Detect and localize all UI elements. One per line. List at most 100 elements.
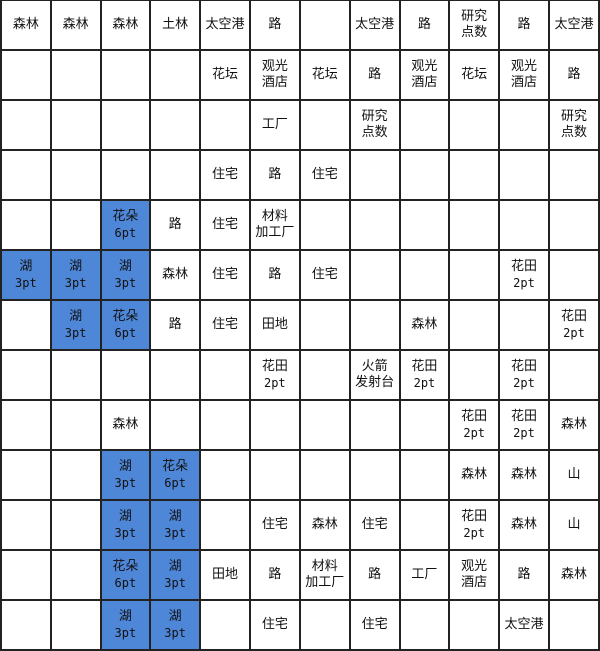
grid-cell: 花田 2pt bbox=[547, 299, 600, 351]
grid-cell: 花田 2pt bbox=[398, 349, 451, 401]
cell-label: 酒店 bbox=[411, 75, 438, 90]
grid-cell: 花坛 bbox=[298, 49, 351, 101]
cell-label: 森林 bbox=[560, 417, 587, 432]
cell-points: 2pt bbox=[513, 376, 535, 390]
cell-label: 花坛 bbox=[311, 67, 338, 82]
grid-cell bbox=[547, 249, 600, 301]
cell-label: 花田 bbox=[511, 409, 538, 424]
grid-row: 花田 2pt 火箭 发射台 花田 2pt 花田 2pt bbox=[0, 349, 600, 401]
grid-cell: 花田 2pt bbox=[498, 249, 550, 301]
grid-cell: 森林 bbox=[0, 0, 52, 51]
cell-points: 3pt bbox=[114, 526, 137, 540]
grid-cell: 太空港 bbox=[547, 0, 600, 51]
grid-cell: 森林 bbox=[49, 0, 102, 51]
grid-cell bbox=[199, 449, 251, 501]
cell-label: 湖 bbox=[118, 459, 132, 474]
grid-cell-highlighted: 花朵 6pt bbox=[99, 299, 152, 351]
grid-cell bbox=[49, 399, 102, 451]
cell-label: 材料 bbox=[261, 209, 288, 224]
grid-cell bbox=[448, 299, 501, 351]
grid-cell: 路 bbox=[348, 49, 401, 101]
grid-cell bbox=[149, 149, 201, 201]
grid-row: 森林 森林 森林 土林 太空港 路 太空港 路 研究 点数 路 太空港 bbox=[0, 0, 600, 51]
cell-label: 住宅 bbox=[211, 217, 238, 232]
cell-label: 住宅 bbox=[361, 617, 388, 632]
cell-label: 花朵 bbox=[112, 309, 139, 324]
cell-label: 花田 bbox=[411, 359, 438, 374]
cell-label: 花田 bbox=[511, 259, 538, 274]
cell-label: 酒店 bbox=[511, 75, 538, 90]
grid-cell bbox=[498, 99, 550, 151]
grid-cell: 森林 bbox=[298, 499, 351, 551]
cell-points: 3pt bbox=[164, 626, 186, 640]
cell-label: 花朵 bbox=[112, 209, 139, 224]
grid-cell bbox=[398, 249, 451, 301]
grid-cell: 观光 酒店 bbox=[398, 49, 451, 101]
grid-cell: 路 bbox=[248, 549, 301, 601]
grid-row: 工厂 研究 点数 研究 点数 bbox=[0, 99, 600, 151]
grid-cell bbox=[49, 199, 102, 251]
grid-cell bbox=[398, 199, 451, 251]
grid-cell bbox=[199, 499, 251, 551]
grid-cell bbox=[0, 49, 52, 101]
grid-cell bbox=[398, 99, 451, 151]
grid-cell bbox=[0, 399, 52, 451]
grid-cell bbox=[49, 499, 102, 551]
grid-cell: 路 bbox=[348, 549, 401, 601]
grid-cell bbox=[348, 399, 401, 451]
grid-cell bbox=[248, 449, 301, 501]
grid-cell: 路 bbox=[498, 549, 550, 601]
cell-label: 点数 bbox=[560, 125, 587, 140]
grid-cell-highlighted: 湖 3pt bbox=[99, 449, 152, 501]
grid-cell: 花田 2pt bbox=[248, 349, 301, 401]
grid-cell: 观光 酒店 bbox=[248, 49, 301, 101]
grid-cell: 观光 酒店 bbox=[498, 49, 550, 101]
grid-cell bbox=[49, 349, 102, 401]
cell-points: 6pt bbox=[114, 326, 137, 340]
grid-cell bbox=[348, 199, 401, 251]
grid-cell: 住宅 bbox=[199, 299, 251, 351]
grid-cell: 土林 bbox=[149, 0, 201, 51]
cell-label: 研究 bbox=[560, 109, 587, 124]
grid-cell bbox=[49, 49, 102, 101]
grid-cell bbox=[448, 149, 501, 201]
grid-cell: 花田 2pt bbox=[498, 399, 550, 451]
cell-label: 路 bbox=[168, 217, 182, 232]
grid-cell bbox=[199, 399, 251, 451]
cell-label: 太空港 bbox=[504, 617, 544, 632]
grid-cell bbox=[298, 299, 351, 351]
grid-cell bbox=[348, 149, 401, 201]
cell-label: 森林 bbox=[511, 517, 538, 532]
cell-label: 花坛 bbox=[211, 67, 238, 82]
grid-cell bbox=[49, 449, 102, 501]
grid-cell: 住宅 bbox=[298, 149, 351, 201]
cell-label: 研究 bbox=[361, 109, 388, 124]
cell-label: 森林 bbox=[311, 517, 338, 532]
grid-cell bbox=[547, 349, 600, 401]
grid-cell: 路 bbox=[398, 0, 451, 51]
grid-cell bbox=[149, 349, 201, 401]
grid-cell bbox=[298, 0, 351, 51]
cell-label: 材料 bbox=[311, 559, 338, 574]
cell-label: 湖 bbox=[19, 259, 33, 274]
grid-cell bbox=[398, 449, 451, 501]
grid-row: 湖 3pt 湖 3pt 湖 3pt 森林 住宅 路 住宅 花田 2pt bbox=[0, 249, 600, 301]
cell-label: 点数 bbox=[461, 25, 488, 40]
grid-cell bbox=[0, 499, 52, 551]
grid-cell: 森林 bbox=[398, 299, 451, 351]
grid-cell bbox=[298, 399, 351, 451]
cell-points: 2pt bbox=[463, 426, 486, 440]
grid-cell bbox=[149, 399, 201, 451]
grid-cell bbox=[49, 149, 102, 201]
grid-cell bbox=[547, 149, 600, 201]
cell-label: 湖 bbox=[69, 309, 83, 324]
cell-label: 森林 bbox=[62, 17, 89, 32]
grid-row: 湖 3pt 花朵 6pt 路 住宅 田地 森林 花田 2pt bbox=[0, 299, 600, 351]
grid-cell-highlighted: 湖 3pt bbox=[0, 249, 52, 301]
grid-cell bbox=[498, 299, 550, 351]
cell-label: 土林 bbox=[162, 17, 189, 32]
grid-row: 湖 3pt 花朵 6pt 森林 森林 山 bbox=[0, 449, 600, 501]
grid-cell bbox=[49, 549, 102, 601]
cell-label: 加工厂 bbox=[255, 225, 295, 240]
grid-cell: 太空港 bbox=[348, 0, 401, 51]
